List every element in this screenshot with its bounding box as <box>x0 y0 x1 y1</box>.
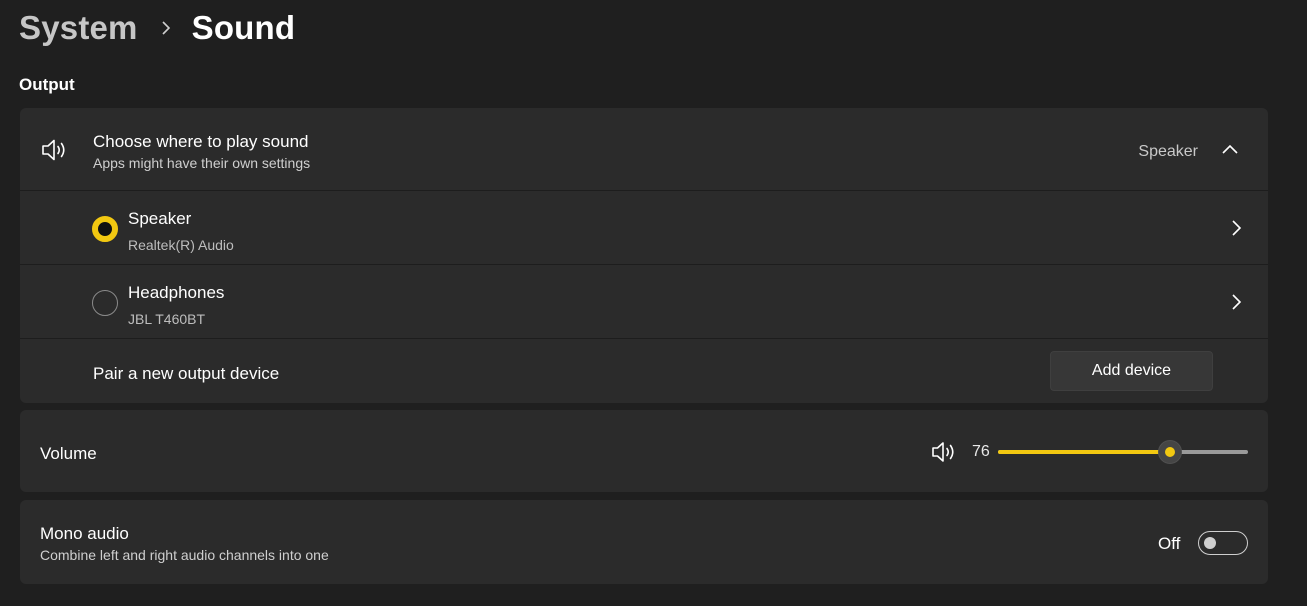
output-device-headphones[interactable]: Headphones JBL T460BT <box>20 266 1268 339</box>
pair-device-label: Pair a new output device <box>93 364 280 383</box>
device-name: Speaker <box>128 209 192 228</box>
chevron-right-icon[interactable] <box>1226 218 1246 238</box>
device-detail: JBL T460BT <box>128 311 206 327</box>
speaker-icon <box>40 137 70 163</box>
mono-audio-state: Off <box>1158 534 1181 553</box>
volume-slider-fill <box>998 450 1170 454</box>
output-section-heading: Output <box>19 75 75 94</box>
volume-slider-thumb[interactable] <box>1158 440 1182 464</box>
chevron-right-icon[interactable] <box>1226 292 1246 312</box>
add-device-button[interactable]: Add device <box>1050 351 1213 391</box>
device-detail: Realtek(R) Audio <box>128 237 234 253</box>
mono-audio-subtitle: Combine left and right audio channels in… <box>40 547 329 563</box>
choose-output-title: Choose where to play sound <box>93 132 309 151</box>
breadcrumb-separator-icon <box>152 6 180 50</box>
mono-audio-title: Mono audio <box>40 524 129 543</box>
toggle-knob <box>1204 536 1216 549</box>
volume-slider[interactable] <box>998 440 1248 464</box>
chevron-up-icon[interactable] <box>1220 140 1240 160</box>
sound-settings-page: System Sound Output Choose where to play… <box>0 0 1307 606</box>
breadcrumb-system-link[interactable]: System <box>19 9 138 47</box>
volume-speaker-icon[interactable] <box>930 440 958 464</box>
selected-output-value: Speaker <box>1138 143 1198 160</box>
choose-output-subtitle: Apps might have their own settings <box>93 155 311 171</box>
breadcrumb: System Sound <box>19 6 295 50</box>
choose-output-header[interactable]: Choose where to play sound Apps might ha… <box>20 108 1268 191</box>
volume-label: Volume <box>40 444 97 463</box>
volume-card: Volume 76 <box>20 410 1268 492</box>
headphones-radio[interactable] <box>92 290 118 316</box>
output-device-speaker[interactable]: Speaker Realtek(R) Audio <box>20 192 1268 265</box>
speaker-radio[interactable] <box>92 216 118 242</box>
mono-audio-toggle[interactable] <box>1198 531 1248 555</box>
volume-value: 76 <box>972 443 990 460</box>
device-name: Headphones <box>128 283 225 302</box>
pair-device-row: Pair a new output device Add device <box>20 340 1268 403</box>
output-card: Choose where to play sound Apps might ha… <box>20 108 1268 403</box>
mono-audio-card: Mono audio Combine left and right audio … <box>20 500 1268 584</box>
page-title: Sound <box>191 9 296 46</box>
